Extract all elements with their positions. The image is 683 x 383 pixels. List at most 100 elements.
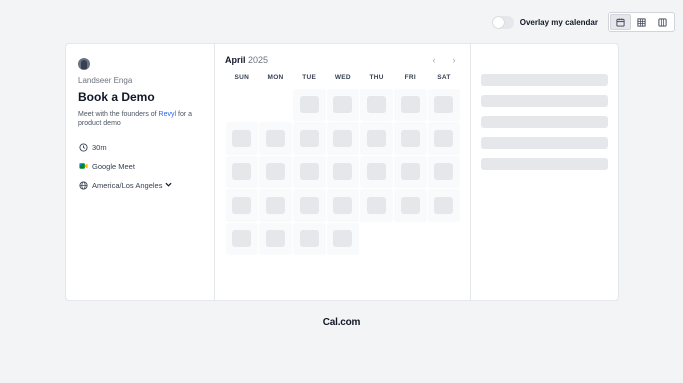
day-cell-skeleton[interactable] <box>360 189 393 222</box>
timezone-row[interactable]: America/Los Angeles <box>78 180 202 190</box>
time-slot-skeleton <box>481 95 608 107</box>
day-skeleton <box>232 230 252 248</box>
toggle-knob <box>492 16 504 28</box>
day-cell-skeleton[interactable] <box>292 122 326 155</box>
day-cell-skeleton[interactable] <box>292 88 326 121</box>
day-cell-skeleton[interactable] <box>427 122 461 155</box>
time-slot-skeleton <box>481 158 608 170</box>
day-skeleton <box>299 96 319 114</box>
time-slots-panel <box>471 44 618 300</box>
day-cell-skeleton[interactable] <box>292 155 326 188</box>
empty-day-cell <box>225 88 259 122</box>
day-skeleton <box>299 196 319 214</box>
top-bar: Overlay my calendar <box>491 12 675 32</box>
calendar-panel: April 2025 ‹ › SUN MON TUE WED THU FRI SAT <box>215 44 471 300</box>
day-cell-skeleton[interactable] <box>326 122 360 155</box>
day-cell-skeleton[interactable] <box>225 122 259 155</box>
day-skeleton <box>299 129 319 147</box>
day-skeleton <box>434 163 454 181</box>
day-cell-skeleton[interactable] <box>326 189 360 222</box>
day-cell-skeleton[interactable] <box>427 155 461 188</box>
weekday-label: THU <box>369 74 384 81</box>
day-cell-skeleton[interactable] <box>259 155 292 188</box>
day-skeleton <box>266 196 286 214</box>
day-skeleton <box>232 196 252 214</box>
day-skeleton <box>266 230 286 248</box>
weekday-label: WED <box>334 74 351 81</box>
day-cell-skeleton[interactable] <box>393 88 427 121</box>
location-row: Google Meet <box>78 161 202 171</box>
day-cell-skeleton[interactable] <box>326 222 360 255</box>
host-name: Landseer Enga <box>78 76 133 85</box>
week-view-button[interactable] <box>631 14 652 30</box>
month-view-button[interactable] <box>610 14 631 30</box>
day-skeleton <box>434 196 454 214</box>
google-meet-icon <box>78 161 88 171</box>
day-cell-skeleton[interactable] <box>326 88 360 121</box>
location-text: Google Meet <box>92 161 135 171</box>
day-skeleton <box>333 129 353 147</box>
time-slot-skeleton <box>481 74 608 86</box>
day-skeleton <box>333 230 353 248</box>
day-skeleton <box>232 129 252 147</box>
month-year: 2025 <box>248 55 269 65</box>
day-skeleton <box>367 196 387 214</box>
day-cell-skeleton[interactable] <box>360 88 393 121</box>
globe-icon <box>78 180 88 190</box>
day-skeleton <box>367 96 387 114</box>
day-cell-skeleton[interactable] <box>326 155 360 188</box>
day-skeleton <box>333 196 353 214</box>
day-skeleton <box>367 129 387 147</box>
day-skeleton <box>434 129 454 147</box>
day-cell-skeleton[interactable] <box>225 222 259 255</box>
month-name: April <box>225 55 246 65</box>
description-text: Meet with the founders of <box>78 111 159 118</box>
event-title: Book a Demo <box>78 90 155 104</box>
day-cell-skeleton[interactable] <box>225 189 259 222</box>
timezone-select[interactable]: America/Los Angeles <box>92 181 162 190</box>
day-cell-skeleton[interactable] <box>393 122 427 155</box>
day-grid <box>225 88 461 256</box>
overlay-calendar-label: Overlay my calendar <box>519 17 598 27</box>
overlay-calendar-toggle[interactable] <box>491 15 514 29</box>
day-skeleton <box>333 96 353 114</box>
chevron-left-icon[interactable]: ‹ <box>428 55 440 65</box>
weekday-label: TUE <box>302 74 317 81</box>
day-cell-skeleton[interactable] <box>393 155 427 188</box>
day-skeleton <box>299 230 319 248</box>
day-cell-skeleton[interactable] <box>259 189 292 222</box>
day-cell-skeleton[interactable] <box>259 122 292 155</box>
day-cell-skeleton[interactable] <box>427 88 461 121</box>
day-cell-skeleton[interactable] <box>259 222 292 255</box>
chevron-right-icon[interactable]: › <box>448 55 460 65</box>
day-cell-skeleton[interactable] <box>360 155 393 188</box>
day-cell-skeleton[interactable] <box>427 189 461 222</box>
weekday-label: MON <box>267 74 284 81</box>
day-skeleton <box>333 163 353 181</box>
time-slot-skeleton <box>481 116 608 128</box>
event-details-panel: Landseer Enga Book a Demo Meet with the … <box>66 44 215 300</box>
day-skeleton <box>266 129 286 147</box>
month-navigation: ‹ › <box>420 55 460 65</box>
booking-card: Landseer Enga Book a Demo Meet with the … <box>65 43 619 301</box>
chevron-down-icon[interactable] <box>165 182 173 189</box>
day-cell-skeleton[interactable] <box>292 189 326 222</box>
weekday-label: FRI <box>404 74 416 81</box>
view-switcher <box>608 12 675 32</box>
brand-logo[interactable]: Cal.com <box>0 317 683 328</box>
day-skeleton <box>266 163 286 181</box>
column-view-button[interactable] <box>652 14 673 30</box>
grid-icon <box>637 17 646 27</box>
day-skeleton <box>434 96 454 114</box>
description-link[interactable]: Revyl <box>159 111 177 118</box>
month-title: April 2025 <box>225 55 268 65</box>
clock-icon <box>78 142 88 152</box>
day-skeleton <box>400 196 420 214</box>
day-cell-skeleton[interactable] <box>360 122 393 155</box>
day-skeleton <box>299 163 319 181</box>
day-cell-skeleton[interactable] <box>292 222 326 255</box>
month-header: April 2025 ‹ › <box>225 55 460 65</box>
day-cell-skeleton[interactable] <box>393 189 427 222</box>
day-skeleton <box>367 163 387 181</box>
day-cell-skeleton[interactable] <box>225 155 259 188</box>
